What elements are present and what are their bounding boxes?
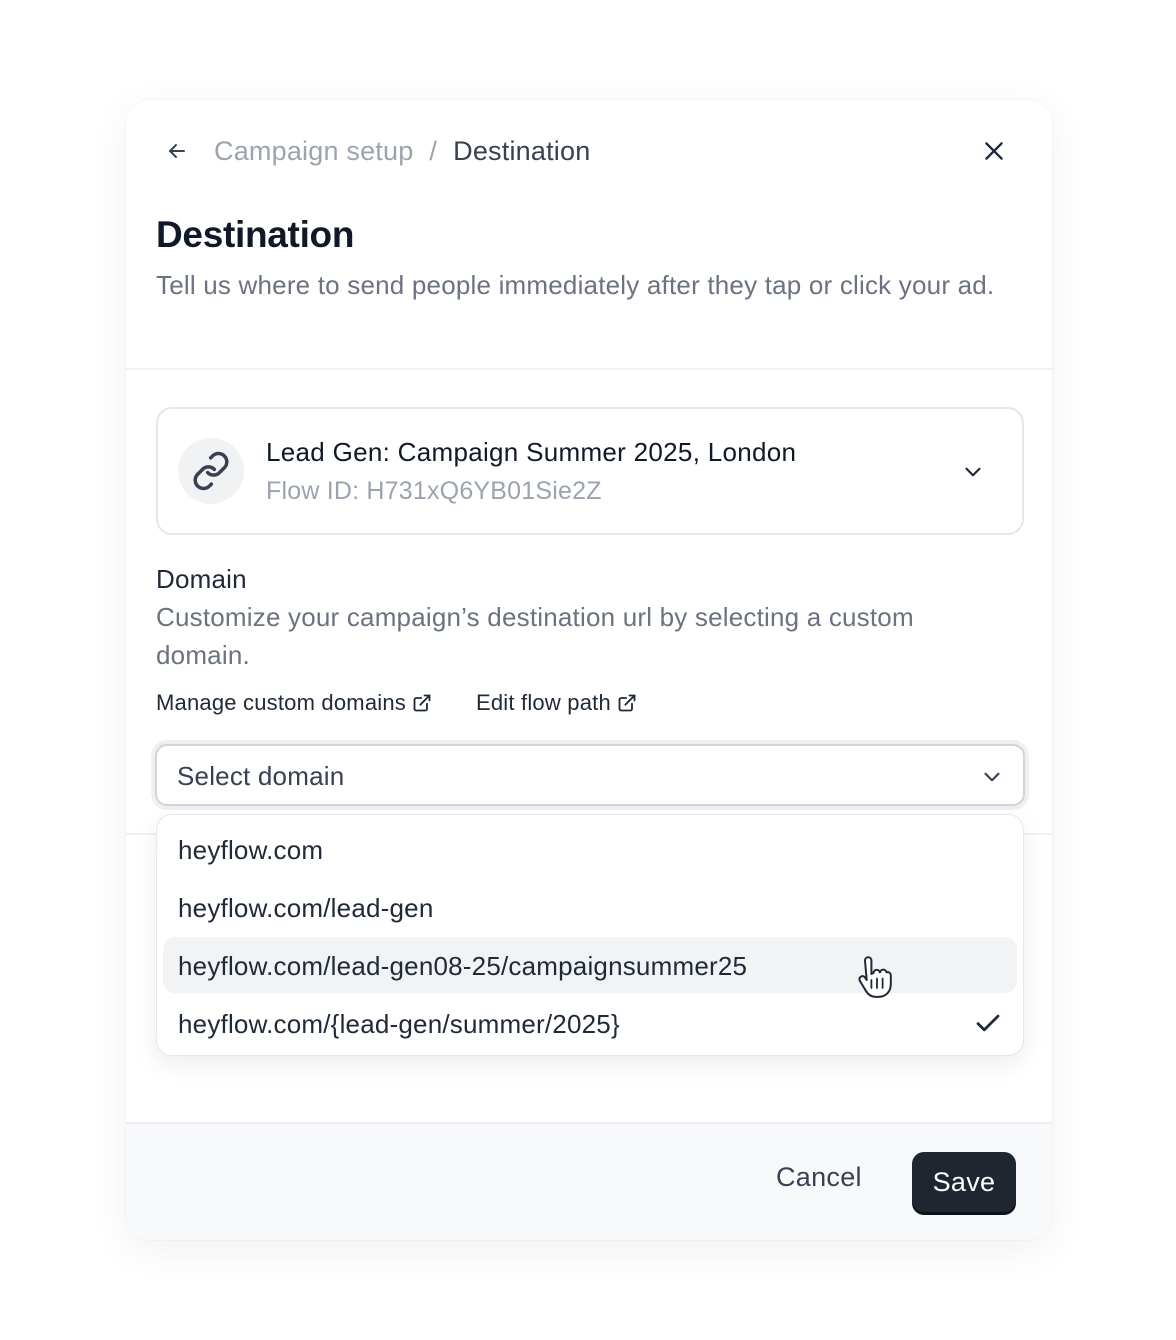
arrow-left-icon — [169, 144, 185, 158]
domain-dropdown-menu: heyflow.com heyflow.com/lead-gen heyflow… — [156, 814, 1024, 1056]
domain-option-label: heyflow.com — [178, 835, 324, 865]
modal-footer: Cancel Save — [126, 1122, 1052, 1240]
page-title: Destination — [156, 214, 355, 255]
domain-links: Manage custom domains Edit flow path — [156, 688, 637, 718]
domain-option-label: heyflow.com/lead-gen — [178, 893, 434, 923]
domain-select-placeholder: Select domain — [177, 761, 345, 791]
chevron-down-icon — [958, 457, 988, 487]
breadcrumb-separator: / — [429, 135, 438, 166]
save-button[interactable]: Save — [912, 1152, 1016, 1212]
external-link-icon — [618, 694, 636, 712]
flow-icon-badge — [178, 438, 244, 504]
domain-option-label: heyflow.com/lead-gen08-25/campaignsummer… — [178, 951, 748, 981]
breadcrumb-parent-link[interactable]: Campaign setup — [214, 136, 413, 167]
edit-flow-path-link[interactable]: Edit flow path — [476, 690, 637, 716]
domain-option[interactable]: heyflow.com/lead-gen — [163, 879, 1017, 935]
domain-label: Domain — [156, 564, 247, 594]
page-subtitle: Tell us where to send people immediately… — [156, 270, 995, 300]
check-icon — [976, 1014, 1000, 1032]
flow-name: Lead Gen: Campaign Summer 2025, London — [266, 437, 797, 467]
back-button[interactable] — [160, 134, 194, 168]
hand-pointer-cursor-icon — [858, 956, 892, 998]
modal-header: Campaign setup / Destination — [126, 100, 1052, 204]
chevron-down-icon — [977, 762, 1007, 792]
breadcrumb: Campaign setup / Destination — [214, 136, 590, 166]
manage-custom-domains-link[interactable]: Manage custom domains — [156, 690, 432, 716]
header-divider — [126, 368, 1052, 370]
domain-option-selected[interactable]: heyflow.com/{lead-gen/summer/2025} — [163, 995, 1017, 1051]
cancel-button[interactable]: Cancel — [776, 1162, 862, 1202]
domain-option[interactable]: heyflow.com — [163, 821, 1017, 877]
manage-custom-domains-label: Manage custom domains — [156, 690, 406, 715]
flow-id: Flow ID: H731xQ6YB01Sie2Z — [266, 477, 602, 505]
close-icon — [985, 142, 1003, 160]
domain-option-label: heyflow.com/{lead-gen/summer/2025} — [178, 1009, 620, 1039]
edit-flow-path-label: Edit flow path — [476, 690, 611, 715]
destination-modal: Campaign setup / Destination Destination… — [126, 100, 1052, 1240]
domain-description: Customize your campaign’s destination ur… — [156, 602, 914, 670]
close-button[interactable] — [976, 133, 1012, 169]
external-link-icon — [413, 694, 431, 712]
breadcrumb-current: Destination — [453, 135, 591, 166]
domain-select[interactable]: Select domain — [155, 744, 1025, 806]
link-icon — [193, 451, 229, 491]
flow-selector[interactable]: Lead Gen: Campaign Summer 2025, London F… — [156, 407, 1024, 535]
